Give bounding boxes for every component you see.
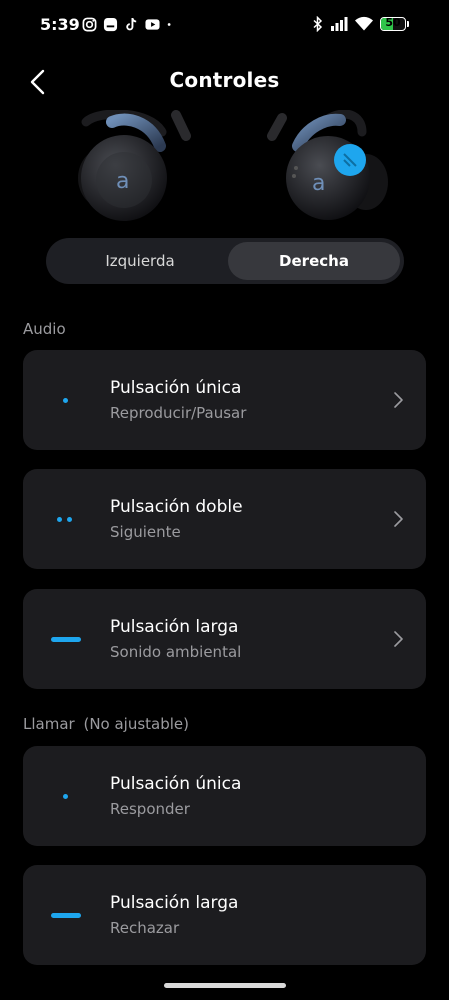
earbuds-image: a a — [78, 110, 388, 221]
status-time: 5:39 — [40, 15, 80, 34]
control-title: Pulsación doble — [110, 497, 243, 517]
control-title: Pulsación única — [110, 774, 242, 794]
page-title: Controles — [169, 68, 280, 92]
section-label-audio: Audio — [23, 320, 66, 338]
svg-text:a: a — [312, 171, 325, 196]
app-icon — [103, 17, 118, 32]
control-action: Sonido ambiental — [110, 643, 242, 661]
bluetooth-icon — [313, 16, 323, 32]
control-title: Pulsación única — [110, 378, 242, 398]
home-indicator[interactable] — [164, 983, 286, 988]
status-bar: 5:39 50 — [0, 0, 449, 52]
long-press-icon — [51, 637, 81, 643]
signal-icon — [331, 17, 348, 31]
chevron-right-icon — [394, 511, 403, 527]
side-selector: Izquierda Derecha — [46, 238, 404, 284]
notification-icons — [82, 17, 176, 32]
control-row-single-tap[interactable]: Pulsación única Reproducir/Pausar — [23, 350, 426, 450]
section-label-call: Llamar (No ajustable) — [23, 715, 189, 733]
long-press-icon — [51, 913, 81, 919]
system-icons: 50 — [312, 16, 409, 32]
control-action: Reproducir/Pausar — [110, 404, 247, 422]
chevron-right-icon — [394, 631, 403, 647]
control-row-double-tap[interactable]: Pulsación doble Siguiente — [23, 469, 426, 569]
single-tap-icon — [51, 398, 81, 404]
control-title: Pulsación larga — [110, 893, 239, 913]
chevron-right-icon — [394, 392, 403, 408]
call-row-single-tap: Pulsación única Responder — [23, 746, 426, 846]
youtube-icon — [145, 19, 160, 30]
control-action: Responder — [110, 800, 190, 818]
battery-percent: 50 — [385, 17, 401, 29]
control-row-long-press[interactable]: Pulsación larga Sonido ambiental — [23, 589, 426, 689]
control-action: Rechazar — [110, 919, 180, 937]
control-title: Pulsación larga — [110, 617, 239, 637]
svg-text:a: a — [116, 169, 129, 194]
double-tap-icon — [51, 517, 81, 523]
tab-derecha[interactable]: Derecha — [228, 242, 400, 280]
tab-izquierda[interactable]: Izquierda — [54, 242, 226, 280]
instagram-icon — [82, 17, 97, 32]
call-row-long-press: Pulsación larga Rechazar — [23, 865, 426, 965]
battery-icon: 50 — [380, 17, 409, 31]
left-earbud: a — [78, 110, 191, 221]
control-action: Siguiente — [110, 523, 181, 541]
tiktok-icon — [126, 17, 137, 31]
dot-icon — [167, 23, 171, 26]
wifi-icon — [355, 16, 373, 31]
section-title: Llamar — [23, 715, 75, 733]
right-earbud: a — [267, 110, 388, 220]
single-tap-icon — [51, 794, 81, 800]
section-note: (No ajustable) — [83, 715, 190, 733]
header: Controles — [0, 56, 449, 108]
